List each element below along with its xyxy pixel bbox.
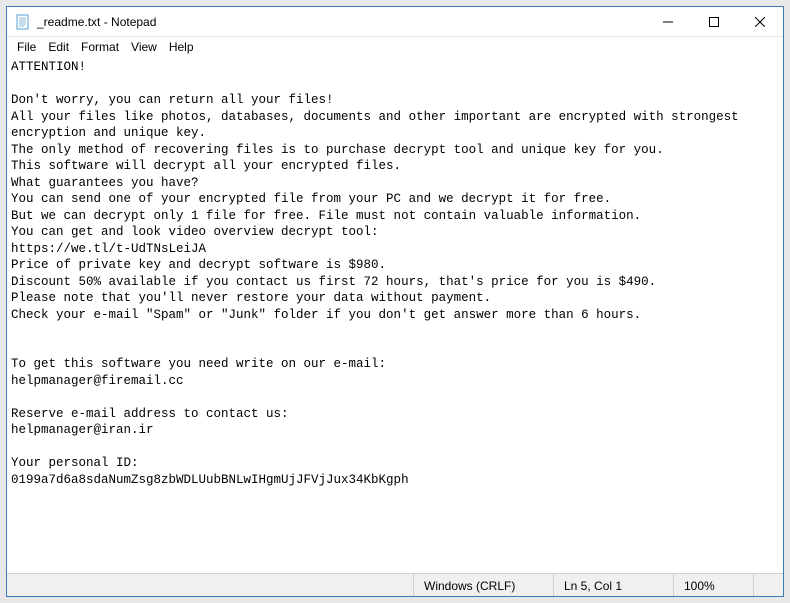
maximize-button[interactable] (691, 7, 737, 36)
notepad-icon (15, 14, 31, 30)
menu-view[interactable]: View (125, 39, 163, 55)
titlebar: _readme.txt - Notepad (7, 7, 783, 37)
close-button[interactable] (737, 7, 783, 36)
minimize-button[interactable] (645, 7, 691, 36)
menubar: File Edit Format View Help (7, 37, 783, 57)
menu-edit[interactable]: Edit (42, 39, 75, 55)
notepad-window: _readme.txt - Notepad File Edit Format V… (6, 6, 784, 597)
menu-help[interactable]: Help (163, 39, 200, 55)
status-encoding: Windows (CRLF) (413, 574, 553, 596)
window-controls (645, 7, 783, 36)
status-zoom: 100% (673, 574, 753, 596)
text-area[interactable]: ATTENTION! Don't worry, you can return a… (7, 57, 783, 573)
statusbar: Windows (CRLF) Ln 5, Col 1 100% (7, 573, 783, 596)
menu-format[interactable]: Format (75, 39, 125, 55)
status-blank (753, 574, 783, 596)
status-cursor-position: Ln 5, Col 1 (553, 574, 673, 596)
menu-file[interactable]: File (11, 39, 42, 55)
window-title: _readme.txt - Notepad (37, 15, 156, 29)
